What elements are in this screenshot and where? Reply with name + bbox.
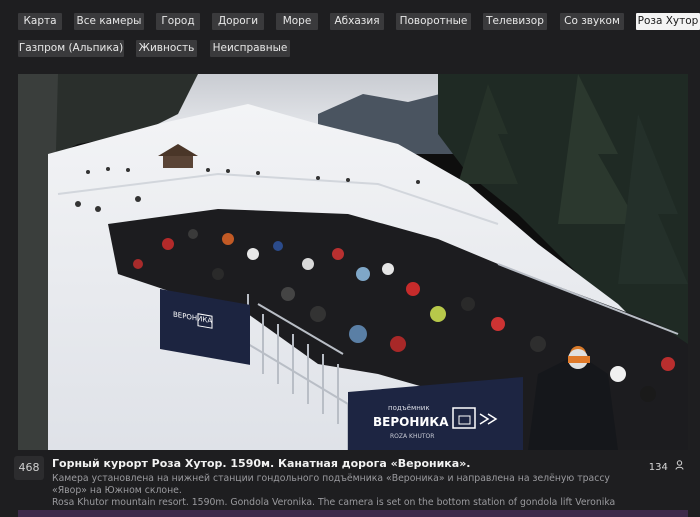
svg-text:подъёмник: подъёмник xyxy=(388,404,430,412)
nav-chip-map[interactable]: Карта xyxy=(18,13,62,30)
nav-chip-wildlife[interactable]: Живность xyxy=(136,40,197,57)
camera-frame: ВЕРОНИКА подъёмник ВЕРОНИКА ROZA KHUTOR xyxy=(18,74,688,450)
camera-category-nav: Карта Все камеры Город Дороги Море Абхаз… xyxy=(0,0,700,62)
camera-number-badge: 468 xyxy=(14,456,44,480)
nav-chip-roads[interactable]: Дороги xyxy=(212,13,264,30)
nav-chip-sea[interactable]: Море xyxy=(276,13,318,30)
nav-chip-tv[interactable]: Телевизор xyxy=(483,13,547,30)
nav-chip-rotating[interactable]: Поворотные xyxy=(396,13,471,30)
nav-chip-gazprom-alpika[interactable]: Газпром (Альпика) xyxy=(18,40,124,57)
nav-chip-all-cameras[interactable]: Все камеры xyxy=(74,13,144,30)
camera-description-en: Rosa Khutor mountain resort. 1590m. Gond… xyxy=(52,497,616,508)
nav-chip-abkhazia[interactable]: Абхазия xyxy=(330,13,384,30)
nav-chip-broken[interactable]: Неисправные xyxy=(210,40,290,57)
nav-chip-city[interactable]: Город xyxy=(156,13,200,30)
bottom-accent-bar xyxy=(18,510,688,517)
camera-description-ru: Камера установлена на нижней станции гон… xyxy=(52,473,610,496)
svg-text:ROZA KHUTOR: ROZA KHUTOR xyxy=(390,433,434,440)
nav-chip-with-sound[interactable]: Со звуком xyxy=(560,13,624,30)
nav-chip-roza-khutor[interactable]: Роза Хутор xyxy=(636,13,700,30)
camera-title: Горный курорт Роза Хутор. 1590м. Канатна… xyxy=(52,457,471,470)
user-icon xyxy=(675,460,684,473)
video-player[interactable]: ВЕРОНИКА подъёмник ВЕРОНИКА ROZA KHUTOR xyxy=(18,74,688,450)
svg-text:ВЕРОНИКА: ВЕРОНИКА xyxy=(373,415,449,429)
viewer-count: 134 xyxy=(649,460,684,473)
viewer-count-value: 134 xyxy=(648,462,668,473)
